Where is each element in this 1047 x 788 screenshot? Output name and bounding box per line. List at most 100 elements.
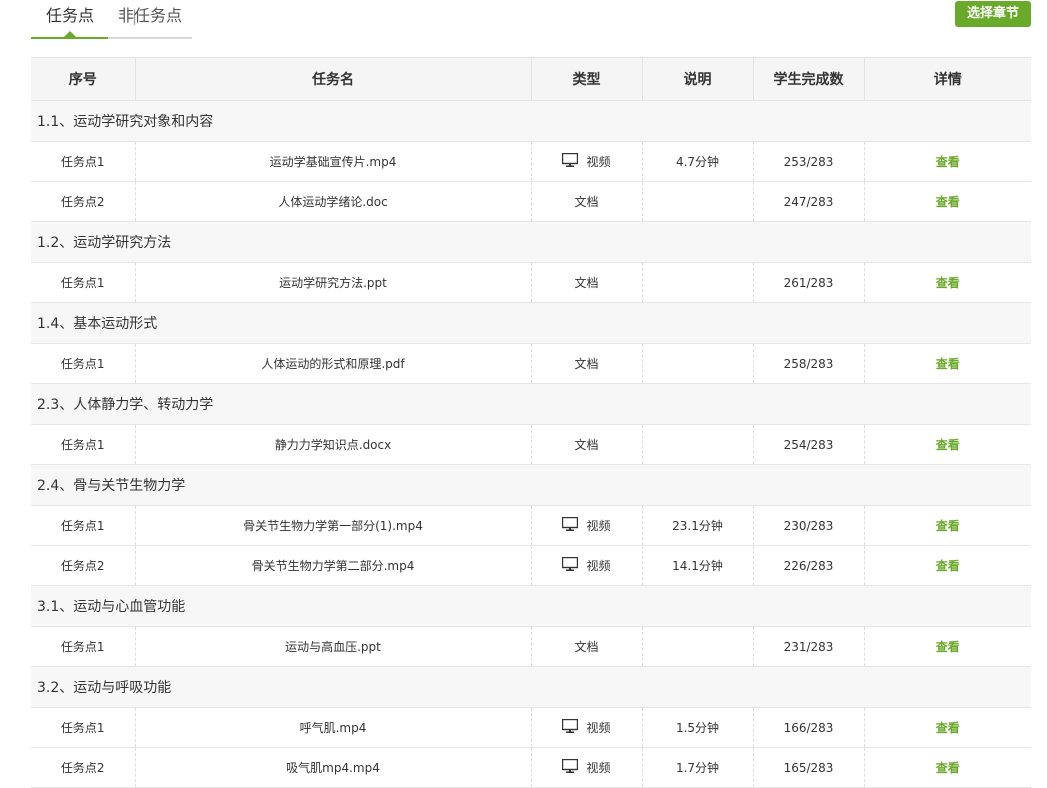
view-detail-link[interactable]: 查看: [936, 721, 960, 735]
task-index: 任务点1: [31, 505, 135, 546]
view-detail-link[interactable]: 查看: [936, 438, 960, 452]
monitor-icon: [562, 152, 579, 170]
section-row: 2.3、人体静力学、转动力学: [31, 383, 1031, 425]
monitor-icon: [562, 516, 579, 534]
section-row: 2.4、骨与关节生物力学: [31, 464, 1031, 506]
table-row: 任务点1 呼气肌.mp4 视频 1.5分钟 166/283 查看: [31, 707, 1031, 748]
task-description: 4.7分钟: [641, 141, 753, 182]
task-name: 静力力学知识点.docx: [134, 424, 531, 465]
section-row: 1.2、运动学研究方法: [31, 221, 1031, 263]
task-description: [641, 181, 753, 222]
task-index: 任务点2: [31, 545, 135, 586]
task-description: 1.7分钟: [641, 747, 753, 788]
task-detail-cell: 查看: [863, 707, 1031, 748]
active-tab-arrow-icon: [64, 31, 76, 37]
task-completion: 258/283: [752, 343, 864, 384]
section-title: 3.2、运动与呼吸功能: [31, 666, 1031, 708]
task-description: [641, 343, 753, 384]
task-table-body: 1.1、运动学研究对象和内容 任务点1 运动学基础宣传片.mp4 视频 4.7分钟 253…: [31, 100, 1031, 788]
task-type-cell: 视频: [530, 505, 642, 546]
task-description: 14.1分钟: [641, 545, 753, 586]
task-completion: 254/283: [752, 424, 864, 465]
task-type-video: 视频: [562, 758, 611, 776]
task-type-video: 视频: [562, 152, 611, 170]
task-name: 呼气肌.mp4: [134, 707, 531, 748]
task-type-label: 文档: [574, 640, 599, 654]
tabs-active-underline: [31, 37, 108, 39]
column-header-description: 说明: [641, 57, 753, 101]
task-description: 23.1分钟: [641, 505, 753, 546]
monitor-icon: [562, 758, 579, 776]
section-title: 2.3、人体静力学、转动力学: [31, 383, 1031, 425]
table-row: 任务点2 吸气肌mp4.mp4 视频 1.7分钟 165/283 查看: [31, 747, 1031, 788]
section-title: 3.1、运动与心血管功能: [31, 585, 1031, 627]
view-detail-link[interactable]: 查看: [936, 640, 960, 654]
section-row: 3.1、运动与心血管功能: [31, 585, 1031, 627]
task-type-label: 文档: [574, 357, 599, 371]
task-name: 运动学研究方法.ppt: [134, 262, 531, 303]
task-detail-cell: 查看: [863, 545, 1031, 586]
task-completion: 247/283: [752, 181, 864, 222]
task-type-cell: 文档: [530, 626, 642, 667]
task-detail-cell: 查看: [863, 424, 1031, 465]
task-name: 吸气肌mp4.mp4: [134, 747, 531, 788]
section-title: 1.4、基本运动形式: [31, 302, 1031, 344]
task-completion: 230/283: [752, 505, 864, 546]
task-index: 任务点1: [31, 626, 135, 667]
task-completion: 166/283: [752, 707, 864, 748]
task-type-video: 视频: [562, 718, 611, 736]
section-title: 1.1、运动学研究对象和内容: [31, 100, 1031, 142]
task-tabs: 任务点 | 非任务点: [31, 0, 192, 40]
select-chapter-button[interactable]: 选择章节: [955, 1, 1031, 27]
view-detail-link[interactable]: 查看: [936, 357, 960, 371]
task-type-cell: 文档: [530, 343, 642, 384]
view-detail-link[interactable]: 查看: [936, 155, 960, 169]
table-header-row: 序号 任务名 类型 说明 学生完成数 详情: [31, 57, 1031, 101]
section-title: 1.2、运动学研究方法: [31, 221, 1031, 263]
task-type-cell: 文档: [530, 181, 642, 222]
task-index: 任务点2: [31, 181, 135, 222]
task-type-video: 视频: [562, 516, 611, 534]
view-detail-link[interactable]: 查看: [936, 519, 960, 533]
task-description: [641, 626, 753, 667]
view-detail-link[interactable]: 查看: [936, 195, 960, 209]
task-type-label: 视频: [586, 519, 611, 533]
view-detail-link[interactable]: 查看: [936, 276, 960, 290]
table-row: 任务点1 静力力学知识点.docx 文档 254/283 查看: [31, 424, 1031, 465]
task-completion: 226/283: [752, 545, 864, 586]
view-detail-link[interactable]: 查看: [936, 761, 960, 775]
tab-non-task-points[interactable]: 非任务点: [118, 5, 182, 27]
task-type-label: 文档: [574, 276, 599, 290]
monitor-icon: [562, 718, 579, 736]
table-row: 任务点1 骨关节生物力学第一部分(1).mp4 视频 23.1分钟 230/283 查看: [31, 505, 1031, 546]
task-detail-cell: 查看: [863, 262, 1031, 303]
column-header-task-name: 任务名: [134, 57, 531, 101]
table-row: 任务点1 运动学研究方法.ppt 文档 261/283 查看: [31, 262, 1031, 303]
task-name: 运动与高血压.ppt: [134, 626, 531, 667]
task-type-cell: 视频: [530, 707, 642, 748]
section-title: 2.4、骨与关节生物力学: [31, 464, 1031, 506]
task-type-cell: 文档: [530, 262, 642, 303]
task-description: 1.5分钟: [641, 707, 753, 748]
task-index: 任务点1: [31, 343, 135, 384]
task-description: [641, 424, 753, 465]
section-row: 1.1、运动学研究对象和内容: [31, 100, 1031, 142]
task-type-label: 视频: [586, 761, 611, 775]
task-index: 任务点1: [31, 707, 135, 748]
task-type-label: 视频: [586, 721, 611, 735]
task-index: 任务点1: [31, 262, 135, 303]
view-detail-link[interactable]: 查看: [936, 559, 960, 573]
section-row: 1.4、基本运动形式: [31, 302, 1031, 344]
table-row: 任务点2 骨关节生物力学第二部分.mp4 视频 14.1分钟 226/283 查看: [31, 545, 1031, 586]
task-name: 人体运动学绪论.doc: [134, 181, 531, 222]
table-row: 任务点2 人体运动学绪论.doc 文档 247/283 查看: [31, 181, 1031, 222]
column-header-completion: 学生完成数: [752, 57, 864, 101]
task-name: 人体运动的形式和原理.pdf: [134, 343, 531, 384]
table-row: 任务点1 人体运动的形式和原理.pdf 文档 258/283 查看: [31, 343, 1031, 384]
task-index: 任务点1: [31, 141, 135, 182]
tab-task-points[interactable]: 任务点: [46, 5, 94, 27]
task-index: 任务点1: [31, 424, 135, 465]
table-row: 任务点1 运动学基础宣传片.mp4 视频 4.7分钟 253/283 查看: [31, 141, 1031, 182]
task-name: 运动学基础宣传片.mp4: [134, 141, 531, 182]
task-type-label: 视频: [586, 155, 611, 169]
